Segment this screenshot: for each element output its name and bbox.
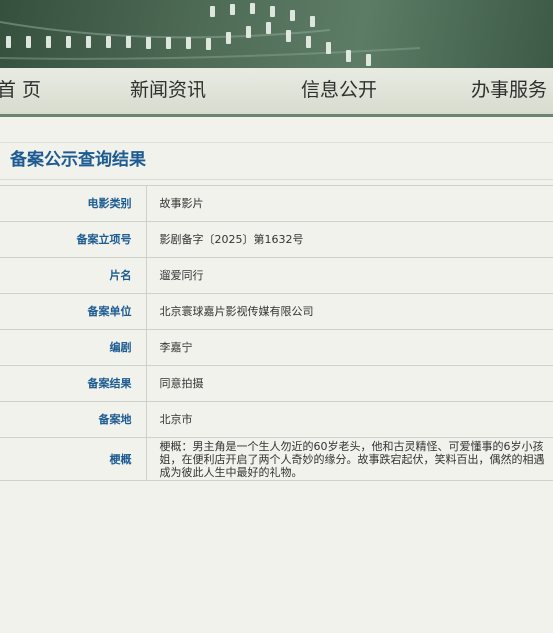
field-label: 备案单位 bbox=[0, 293, 147, 330]
table-row: 编剧 李嘉宁 bbox=[0, 329, 553, 366]
field-label: 梗概 bbox=[0, 437, 147, 481]
main-content: 备案公示查询结果 电影类别 故事影片 备案立项号 影剧备字〔2025〕第1632… bbox=[0, 117, 553, 633]
header-banner bbox=[0, 0, 553, 68]
synopsis-value: 梗概：男主角是一个生人勿近的60岁老头，他和古灵精怪、可爱懂事的6岁小孩姐，在便… bbox=[146, 437, 553, 481]
table-row: 电影类别 故事影片 bbox=[0, 185, 553, 222]
field-label: 电影类别 bbox=[0, 185, 147, 222]
table-row: 备案单位 北京寰球嘉片影视传媒有限公司 bbox=[0, 293, 553, 330]
field-value: 同意拍摄 bbox=[146, 365, 553, 402]
field-value: 北京寰球嘉片影视传媒有限公司 bbox=[146, 293, 553, 330]
field-value: 影剧备字〔2025〕第1632号 bbox=[146, 221, 553, 258]
record-table: 电影类别 故事影片 备案立项号 影剧备字〔2025〕第1632号 片名 遛爱同行… bbox=[0, 185, 553, 481]
nav-item-home[interactable]: 首 页 bbox=[0, 78, 41, 102]
title-row: 备案公示查询结果 bbox=[0, 142, 553, 180]
field-label: 备案结果 bbox=[0, 365, 147, 402]
field-label: 编剧 bbox=[0, 329, 147, 366]
field-value: 北京市 bbox=[146, 401, 553, 438]
field-value: 遛爱同行 bbox=[146, 257, 553, 294]
page-title: 备案公示查询结果 bbox=[10, 150, 146, 170]
table-row: 片名 遛爱同行 bbox=[0, 257, 553, 294]
field-value: 李嘉宁 bbox=[146, 329, 553, 366]
nav-item-news[interactable]: 新闻资讯 bbox=[130, 78, 206, 102]
nav-item-info-disclosure[interactable]: 信息公开 bbox=[301, 78, 377, 102]
table-row: 梗概 梗概：男主角是一个生人勿近的60岁老头，他和古灵精怪、可爱懂事的6岁小孩姐… bbox=[0, 437, 553, 481]
main-nav: 首 页 新闻资讯 信息公开 办事服务 bbox=[0, 68, 553, 117]
nav-item-services[interactable]: 办事服务 bbox=[471, 78, 547, 102]
table-row: 备案地 北京市 bbox=[0, 401, 553, 438]
table-row: 备案结果 同意拍摄 bbox=[0, 365, 553, 402]
field-value: 故事影片 bbox=[146, 185, 553, 222]
table-row: 备案立项号 影剧备字〔2025〕第1632号 bbox=[0, 221, 553, 258]
field-label: 片名 bbox=[0, 257, 147, 294]
field-label: 备案立项号 bbox=[0, 221, 147, 258]
film-strip-decoration bbox=[0, 3, 421, 66]
field-label: 备案地 bbox=[0, 401, 147, 438]
